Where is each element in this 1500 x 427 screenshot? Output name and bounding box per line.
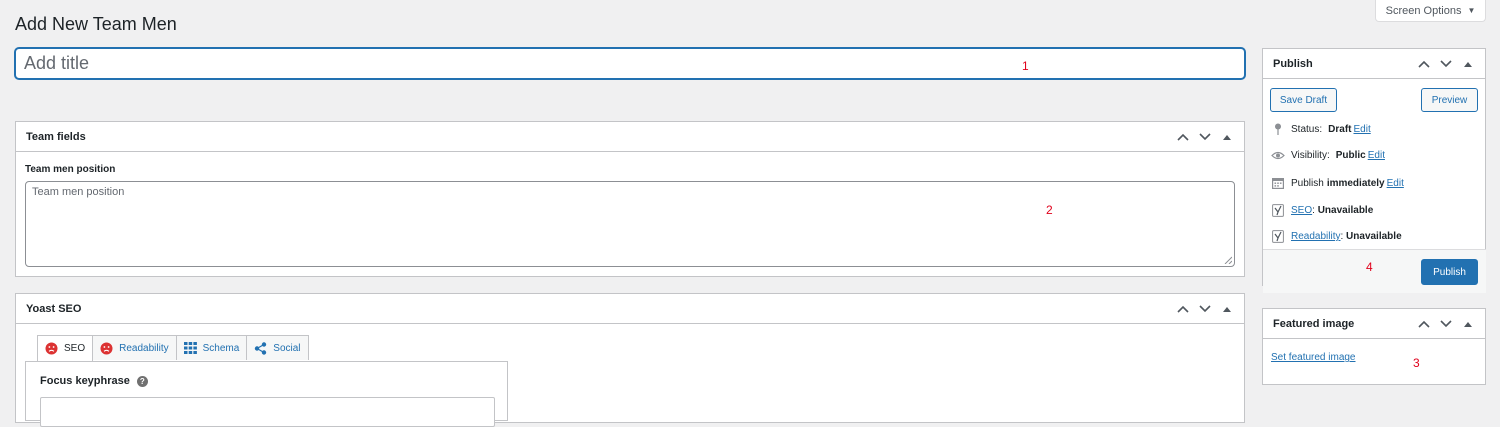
move-up-icon[interactable] xyxy=(1172,126,1194,148)
publish-time-row: Publish immediately Edit xyxy=(1271,177,1404,189)
yoast-seo-title: Yoast SEO xyxy=(26,302,82,315)
featured-image-box: Featured image Set featured image 3 xyxy=(1262,308,1486,385)
publish-time-value: immediately xyxy=(1326,177,1385,189)
seo-score-row: SEO: Unavailable xyxy=(1271,204,1373,217)
tab-social[interactable]: Social xyxy=(246,335,309,360)
visibility-label: Visibility: xyxy=(1291,150,1330,161)
eye-icon xyxy=(1271,151,1285,160)
collapse-toggle-icon[interactable] xyxy=(1216,126,1238,148)
yoast-tabs: SEO Readability Schema Social xyxy=(37,335,309,361)
yoast-icon xyxy=(1271,204,1285,217)
post-title-input[interactable] xyxy=(15,48,1245,79)
caret-down-icon: ▼ xyxy=(1467,6,1476,15)
annotation-3: 3 xyxy=(1413,356,1420,370)
share-icon xyxy=(255,341,267,355)
tab-schema-label: Schema xyxy=(202,342,240,354)
collapse-toggle-icon[interactable] xyxy=(1457,313,1479,335)
move-up-icon[interactable] xyxy=(1413,313,1435,335)
sad-face-icon xyxy=(45,342,58,355)
focus-keyphrase-text: Focus keyphrase xyxy=(40,375,130,387)
visibility-row: Visibility: Public Edit xyxy=(1271,150,1385,161)
featured-image-handle-actions xyxy=(1413,309,1485,338)
edit-status-link[interactable]: Edit xyxy=(1353,124,1370,135)
collapse-toggle-icon[interactable] xyxy=(1216,298,1238,320)
status-label: Status: xyxy=(1291,123,1323,135)
focus-keyphrase-input[interactable] xyxy=(40,397,495,427)
tab-readability[interactable]: Readability xyxy=(92,335,177,360)
tab-social-label: Social xyxy=(273,342,301,354)
move-up-icon[interactable] xyxy=(1413,53,1435,75)
readability-score-row: Readability: Unavailable xyxy=(1271,230,1402,243)
seo-value: Unavailable xyxy=(1317,205,1374,216)
readability-link[interactable]: Readability xyxy=(1291,231,1340,242)
status-value: Draft xyxy=(1328,123,1352,135)
screen-options-label: Screen Options xyxy=(1385,4,1462,17)
tab-readability-label: Readability xyxy=(119,342,169,354)
team-fields-header: Team fields xyxy=(16,122,1244,152)
team-men-position-label: Team men position xyxy=(25,164,116,175)
move-up-icon[interactable] xyxy=(1172,298,1194,320)
edit-visibility-link[interactable]: Edit xyxy=(1368,150,1385,161)
annotation-1: 1 xyxy=(1022,59,1029,73)
sad-face-icon xyxy=(100,342,113,354)
edit-publish-time-link[interactable]: Edit xyxy=(1387,178,1404,189)
yoast-icon xyxy=(1271,230,1285,243)
screen-options-button[interactable]: Screen Options ▼ xyxy=(1375,0,1486,22)
publish-handle-actions xyxy=(1413,49,1485,78)
publish-header: Publish xyxy=(1263,49,1485,79)
featured-image-title: Featured image xyxy=(1273,317,1355,330)
pin-icon xyxy=(1271,123,1285,135)
visibility-value: Public xyxy=(1335,150,1366,161)
annotation-2: 2 xyxy=(1046,203,1053,217)
grid-icon xyxy=(183,342,197,354)
team-fields-box: Team fields Team men position xyxy=(15,121,1245,277)
readability-value: Unavailable xyxy=(1346,231,1402,242)
seo-tab-panel: Focus keyphrase ? xyxy=(25,361,508,427)
team-men-position-textarea[interactable] xyxy=(25,181,1235,267)
help-icon[interactable]: ? xyxy=(136,375,148,387)
publish-time-label: Publish xyxy=(1291,177,1324,189)
publish-box: Publish Save Draft Preview Status: Draft… xyxy=(1262,48,1486,293)
featured-image-header: Featured image xyxy=(1263,309,1485,339)
set-featured-image-link[interactable]: Set featured image xyxy=(1271,352,1356,363)
save-draft-button[interactable]: Save Draft xyxy=(1270,88,1337,112)
move-down-icon[interactable] xyxy=(1435,53,1457,75)
move-down-icon[interactable] xyxy=(1194,298,1216,320)
resize-grip-icon[interactable] xyxy=(1224,256,1232,264)
yoast-handle-actions xyxy=(1172,294,1244,323)
status-row: Status: Draft Edit xyxy=(1271,123,1371,135)
team-fields-title: Team fields xyxy=(26,130,86,143)
seo-link[interactable]: SEO xyxy=(1291,205,1312,216)
yoast-seo-header: Yoast SEO xyxy=(16,294,1244,324)
focus-keyphrase-label: Focus keyphrase ? xyxy=(40,375,148,387)
publish-title: Publish xyxy=(1273,57,1313,70)
tab-schema[interactable]: Schema xyxy=(175,335,248,360)
calendar-icon xyxy=(1271,177,1285,189)
move-down-icon[interactable] xyxy=(1194,126,1216,148)
collapse-toggle-icon[interactable] xyxy=(1457,53,1479,75)
publish-button[interactable]: Publish xyxy=(1421,259,1478,285)
team-fields-handle-actions xyxy=(1172,122,1244,151)
move-down-icon[interactable] xyxy=(1435,313,1457,335)
preview-button[interactable]: Preview xyxy=(1421,88,1478,112)
annotation-4: 4 xyxy=(1366,260,1373,274)
yoast-seo-box: Yoast SEO SEO Readability Schema Social … xyxy=(15,293,1245,427)
tab-seo-label: SEO xyxy=(64,343,86,354)
page-title: Add New Team Men xyxy=(15,14,177,34)
publish-actions-bar: 4 Publish xyxy=(1263,249,1486,293)
tab-seo[interactable]: SEO xyxy=(37,335,94,361)
